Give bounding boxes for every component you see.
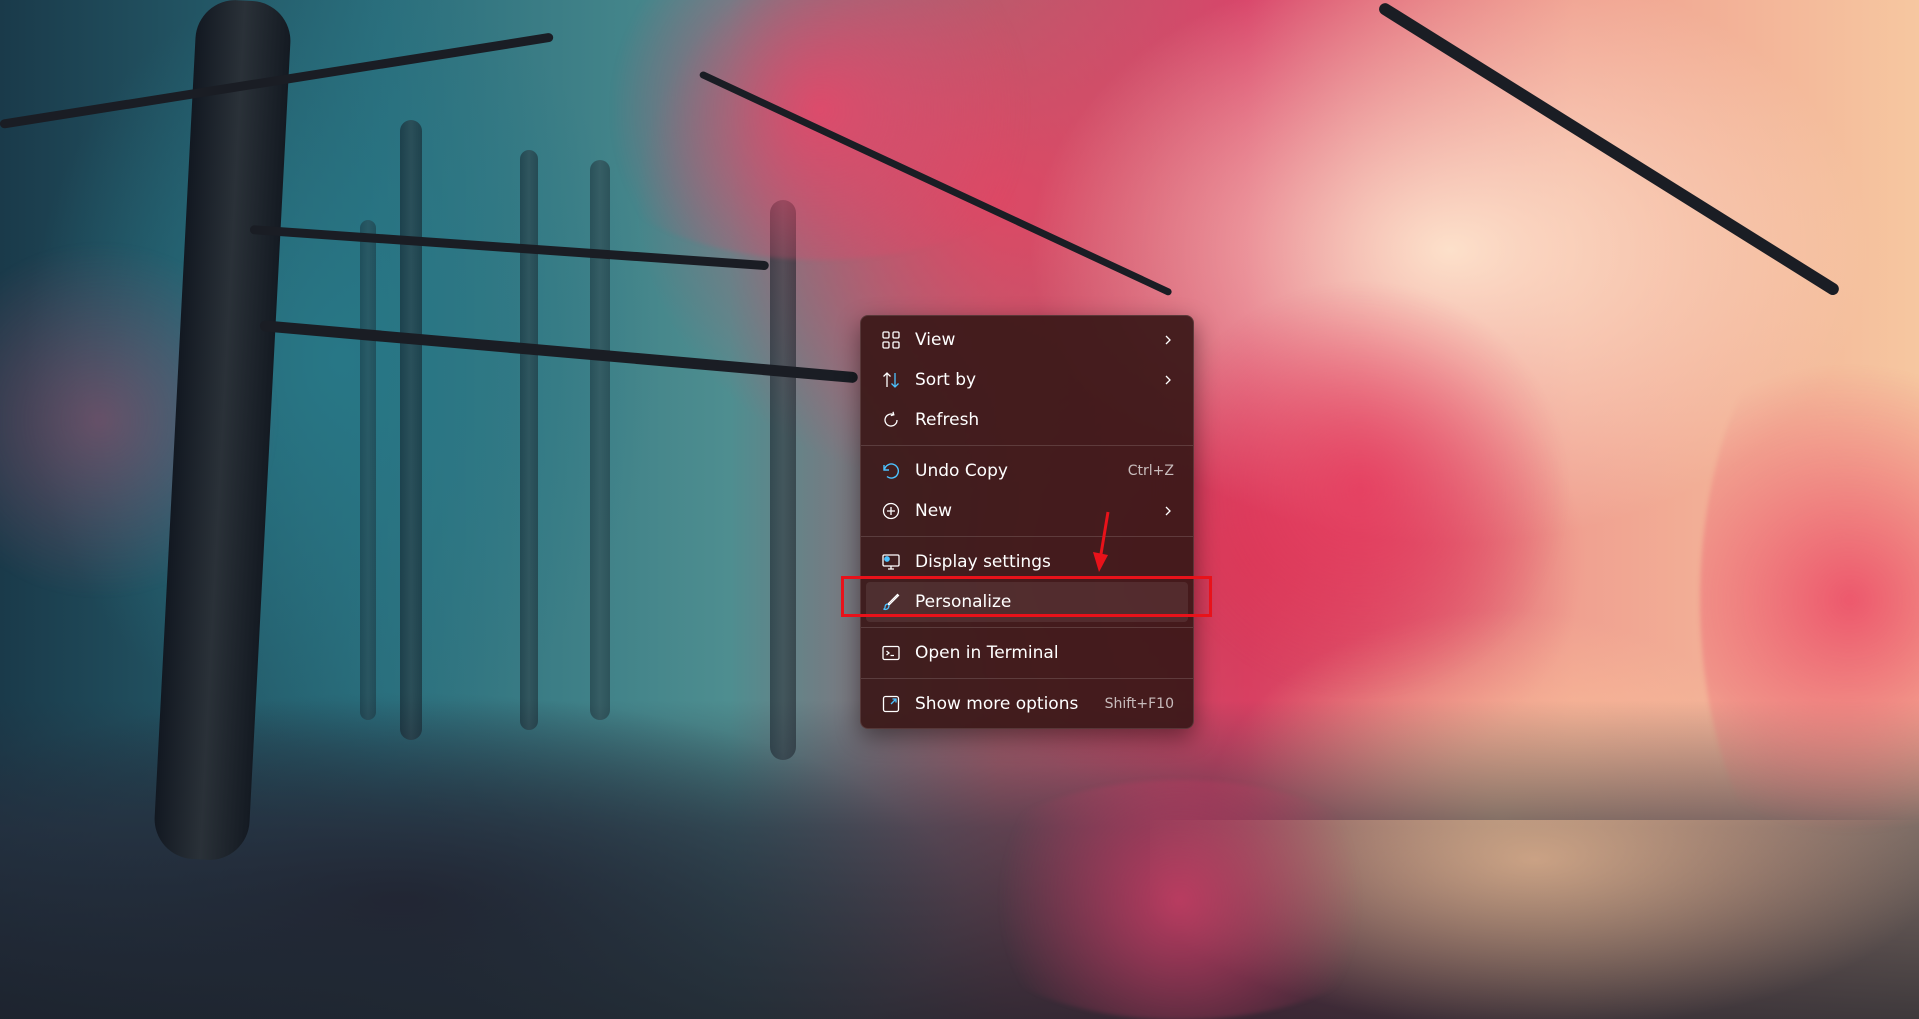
menu-item-sort-by[interactable]: Sort by: [866, 360, 1188, 400]
menu-item-label: Refresh: [915, 410, 980, 430]
wallpaper-tree: [360, 220, 376, 720]
menu-item-new[interactable]: New: [866, 491, 1188, 531]
chevron-right-icon: [1162, 505, 1174, 517]
menu-item-label: Open in Terminal: [915, 643, 1059, 663]
menu-separator: [861, 445, 1193, 446]
plus-circle-icon: [880, 500, 902, 522]
sort-icon: [880, 369, 902, 391]
wallpaper-branch: [259, 320, 859, 384]
menu-item-label: New: [915, 501, 953, 521]
wallpaper-tree: [770, 200, 796, 760]
display-icon: [880, 551, 902, 573]
wallpaper-foliage: [1150, 280, 1570, 700]
annotation-arrow-icon: [1093, 511, 1110, 572]
terminal-icon: [880, 642, 902, 664]
menu-item-show-more-options[interactable]: Show more options Shift+F10: [866, 684, 1188, 724]
menu-separator: [861, 678, 1193, 679]
menu-item-label: Sort by: [915, 370, 977, 390]
wallpaper-tree: [520, 150, 538, 730]
shortcut-label: Ctrl+Z: [1127, 463, 1174, 479]
menu-separator: [861, 536, 1193, 537]
menu-item-refresh[interactable]: Refresh: [866, 400, 1188, 440]
grid-icon: [880, 329, 902, 351]
menu-item-view[interactable]: View: [866, 320, 1188, 360]
shortcut-label: Shift+F10: [1104, 696, 1174, 712]
annotation-highlight-box: [841, 576, 1212, 617]
menu-item-label: Undo Copy: [915, 461, 1008, 481]
chevron-right-icon: [1162, 334, 1174, 346]
wallpaper-tree: [590, 160, 610, 720]
expand-icon: [880, 693, 902, 715]
wallpaper-tree: [400, 120, 422, 740]
menu-item-undo-copy[interactable]: Undo Copy Ctrl+Z: [866, 451, 1188, 491]
menu-item-open-in-terminal[interactable]: Open in Terminal: [866, 633, 1188, 673]
menu-item-label: Display settings: [915, 552, 1051, 572]
refresh-icon: [880, 409, 902, 431]
chevron-right-icon: [1162, 374, 1174, 386]
wallpaper-branch: [1376, 0, 1842, 298]
menu-item-label: View: [915, 330, 956, 350]
wallpaper-foliage: [950, 780, 1410, 1019]
desktop-context-menu: View Sort by Refresh Undo Copy Ctrl+Z Ne…: [860, 315, 1194, 729]
undo-icon: [880, 460, 902, 482]
menu-item-label: Show more options: [915, 694, 1079, 714]
menu-separator: [861, 627, 1193, 628]
